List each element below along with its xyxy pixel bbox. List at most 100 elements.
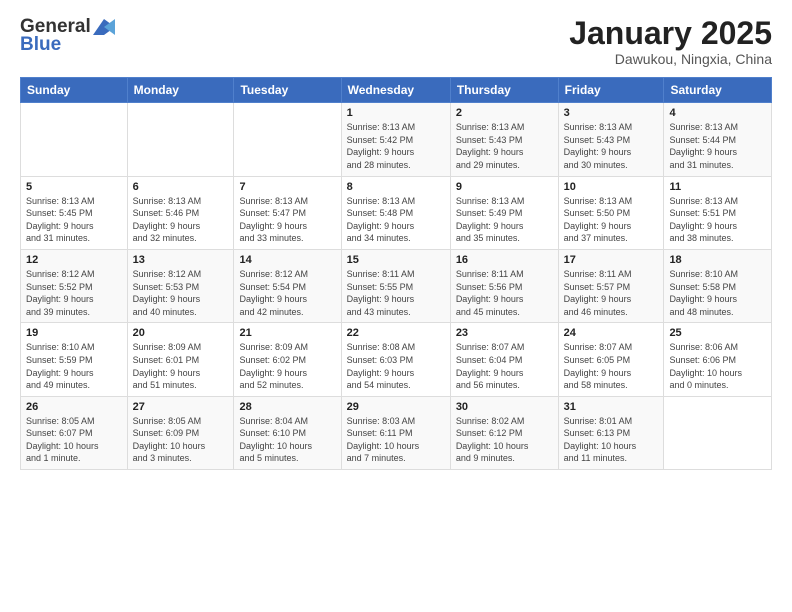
- day-number: 14: [239, 254, 335, 266]
- day-info: Sunrise: 8:05 AM Sunset: 6:09 PM Dayligh…: [133, 415, 229, 465]
- day-number: 1: [347, 107, 445, 119]
- day-info: Sunrise: 8:09 AM Sunset: 6:01 PM Dayligh…: [133, 341, 229, 391]
- day-number: 30: [456, 401, 553, 413]
- calendar-cell: 31 Sunrise: 8:01 AM Sunset: 6:13 PM Dayli…: [558, 396, 664, 469]
- day-number: 6: [133, 181, 229, 193]
- calendar-cell: 1 Sunrise: 8:13 AM Sunset: 5:42 PM Daylig…: [341, 103, 450, 176]
- day-info: Sunrise: 8:11 AM Sunset: 5:57 PM Dayligh…: [564, 268, 659, 318]
- day-number: 31: [564, 401, 659, 413]
- calendar-cell: 6 Sunrise: 8:13 AM Sunset: 5:46 PM Daylig…: [127, 176, 234, 249]
- calendar-cell: 27 Sunrise: 8:05 AM Sunset: 6:09 PM Dayli…: [127, 396, 234, 469]
- calendar-cell: 25Sunrise: 8:06 AM Sunset: 6:06 PM Dayli…: [664, 323, 772, 396]
- day-info: Sunrise: 8:13 AM Sunset: 5:47 PM Dayligh…: [239, 195, 335, 245]
- calendar-cell: 10 Sunrise: 8:13 AM Sunset: 5:50 PM Dayli…: [558, 176, 664, 249]
- day-info: Sunrise: 8:10 AM Sunset: 5:59 PM Dayligh…: [26, 341, 122, 391]
- day-number: 25: [669, 327, 766, 339]
- logo-blue: Blue: [20, 34, 61, 56]
- calendar-cell: 18Sunrise: 8:10 AM Sunset: 5:58 PM Dayli…: [664, 249, 772, 322]
- header-wednesday: Wednesday: [341, 78, 450, 103]
- day-info: Sunrise: 8:13 AM Sunset: 5:42 PM Dayligh…: [347, 121, 445, 171]
- day-number: 20: [133, 327, 229, 339]
- day-info: Sunrise: 8:09 AM Sunset: 6:02 PM Dayligh…: [239, 341, 335, 391]
- day-info: Sunrise: 8:07 AM Sunset: 6:04 PM Dayligh…: [456, 341, 553, 391]
- day-info: Sunrise: 8:05 AM Sunset: 6:07 PM Dayligh…: [26, 415, 122, 465]
- header-thursday: Thursday: [450, 78, 558, 103]
- calendar-cell: [234, 103, 341, 176]
- week-row-1: 1 Sunrise: 8:13 AM Sunset: 5:42 PM Daylig…: [21, 103, 772, 176]
- calendar-cell: 12 Sunrise: 8:12 AM Sunset: 5:52 PM Dayli…: [21, 249, 128, 322]
- day-number: 3: [564, 107, 659, 119]
- day-info: Sunrise: 8:12 AM Sunset: 5:54 PM Dayligh…: [239, 268, 335, 318]
- day-info: Sunrise: 8:13 AM Sunset: 5:43 PM Dayligh…: [456, 121, 553, 171]
- day-number: 7: [239, 181, 335, 193]
- calendar-cell: 15 Sunrise: 8:11 AM Sunset: 5:55 PM Dayli…: [341, 249, 450, 322]
- day-number: 11: [669, 181, 766, 193]
- day-number: 18: [669, 254, 766, 266]
- calendar-cell: 7 Sunrise: 8:13 AM Sunset: 5:47 PM Daylig…: [234, 176, 341, 249]
- location-subtitle: Dawukou, Ningxia, China: [569, 51, 772, 67]
- calendar-cell: 8 Sunrise: 8:13 AM Sunset: 5:48 PM Daylig…: [341, 176, 450, 249]
- day-info: Sunrise: 8:13 AM Sunset: 5:45 PM Dayligh…: [26, 195, 122, 245]
- day-number: 29: [347, 401, 445, 413]
- day-info: Sunrise: 8:03 AM Sunset: 6:11 PM Dayligh…: [347, 415, 445, 465]
- calendar-page: General Blue January 2025 Dawukou, Ningx…: [0, 0, 792, 612]
- day-number: 15: [347, 254, 445, 266]
- day-number: 10: [564, 181, 659, 193]
- header-friday: Friday: [558, 78, 664, 103]
- day-info: Sunrise: 8:13 AM Sunset: 5:46 PM Dayligh…: [133, 195, 229, 245]
- day-info: Sunrise: 8:13 AM Sunset: 5:44 PM Dayligh…: [669, 121, 766, 171]
- day-number: 23: [456, 327, 553, 339]
- calendar-cell: 29 Sunrise: 8:03 AM Sunset: 6:11 PM Dayli…: [341, 396, 450, 469]
- calendar-cell: 11Sunrise: 8:13 AM Sunset: 5:51 PM Dayli…: [664, 176, 772, 249]
- calendar-cell: [127, 103, 234, 176]
- day-info: Sunrise: 8:13 AM Sunset: 5:50 PM Dayligh…: [564, 195, 659, 245]
- day-number: 21: [239, 327, 335, 339]
- day-number: 28: [239, 401, 335, 413]
- day-info: Sunrise: 8:01 AM Sunset: 6:13 PM Dayligh…: [564, 415, 659, 465]
- calendar-table: Sunday Monday Tuesday Wednesday Thursday…: [20, 77, 772, 470]
- month-title: January 2025: [569, 16, 772, 51]
- day-number: 12: [26, 254, 122, 266]
- header-tuesday: Tuesday: [234, 78, 341, 103]
- logo-icon: [93, 19, 115, 35]
- calendar-cell: 23 Sunrise: 8:07 AM Sunset: 6:04 PM Dayli…: [450, 323, 558, 396]
- day-number: 2: [456, 107, 553, 119]
- calendar-cell: 17 Sunrise: 8:11 AM Sunset: 5:57 PM Dayli…: [558, 249, 664, 322]
- calendar-cell: 9Sunrise: 8:13 AM Sunset: 5:49 PM Daylig…: [450, 176, 558, 249]
- calendar-header-row: Sunday Monday Tuesday Wednesday Thursday…: [21, 78, 772, 103]
- day-info: Sunrise: 8:02 AM Sunset: 6:12 PM Dayligh…: [456, 415, 553, 465]
- day-number: 27: [133, 401, 229, 413]
- calendar-cell: 26 Sunrise: 8:05 AM Sunset: 6:07 PM Dayli…: [21, 396, 128, 469]
- week-row-3: 12 Sunrise: 8:12 AM Sunset: 5:52 PM Dayli…: [21, 249, 772, 322]
- header: General Blue January 2025 Dawukou, Ningx…: [20, 16, 772, 67]
- day-number: 26: [26, 401, 122, 413]
- week-row-2: 5Sunrise: 8:13 AM Sunset: 5:45 PM Daylig…: [21, 176, 772, 249]
- calendar-cell: 20 Sunrise: 8:09 AM Sunset: 6:01 PM Dayli…: [127, 323, 234, 396]
- week-row-5: 26 Sunrise: 8:05 AM Sunset: 6:07 PM Dayli…: [21, 396, 772, 469]
- day-number: 19: [26, 327, 122, 339]
- calendar-cell: 22Sunrise: 8:08 AM Sunset: 6:03 PM Dayli…: [341, 323, 450, 396]
- day-number: 16: [456, 254, 553, 266]
- calendar-cell: 21 Sunrise: 8:09 AM Sunset: 6:02 PM Dayli…: [234, 323, 341, 396]
- day-info: Sunrise: 8:12 AM Sunset: 5:53 PM Dayligh…: [133, 268, 229, 318]
- day-number: 4: [669, 107, 766, 119]
- day-number: 22: [347, 327, 445, 339]
- day-info: Sunrise: 8:11 AM Sunset: 5:55 PM Dayligh…: [347, 268, 445, 318]
- day-info: Sunrise: 8:07 AM Sunset: 6:05 PM Dayligh…: [564, 341, 659, 391]
- day-number: 17: [564, 254, 659, 266]
- day-info: Sunrise: 8:13 AM Sunset: 5:48 PM Dayligh…: [347, 195, 445, 245]
- day-info: Sunrise: 8:13 AM Sunset: 5:49 PM Dayligh…: [456, 195, 553, 245]
- calendar-cell: 24Sunrise: 8:07 AM Sunset: 6:05 PM Dayli…: [558, 323, 664, 396]
- day-info: Sunrise: 8:04 AM Sunset: 6:10 PM Dayligh…: [239, 415, 335, 465]
- day-number: 8: [347, 181, 445, 193]
- calendar-cell: 5Sunrise: 8:13 AM Sunset: 5:45 PM Daylig…: [21, 176, 128, 249]
- day-info: Sunrise: 8:12 AM Sunset: 5:52 PM Dayligh…: [26, 268, 122, 318]
- calendar-cell: 2 Sunrise: 8:13 AM Sunset: 5:43 PM Daylig…: [450, 103, 558, 176]
- logo: General Blue: [20, 16, 117, 56]
- calendar-cell: 28 Sunrise: 8:04 AM Sunset: 6:10 PM Dayli…: [234, 396, 341, 469]
- week-row-4: 19 Sunrise: 8:10 AM Sunset: 5:59 PM Dayli…: [21, 323, 772, 396]
- calendar-cell: 3Sunrise: 8:13 AM Sunset: 5:43 PM Daylig…: [558, 103, 664, 176]
- day-number: 13: [133, 254, 229, 266]
- title-section: January 2025 Dawukou, Ningxia, China: [569, 16, 772, 67]
- calendar-cell: 4 Sunrise: 8:13 AM Sunset: 5:44 PM Daylig…: [664, 103, 772, 176]
